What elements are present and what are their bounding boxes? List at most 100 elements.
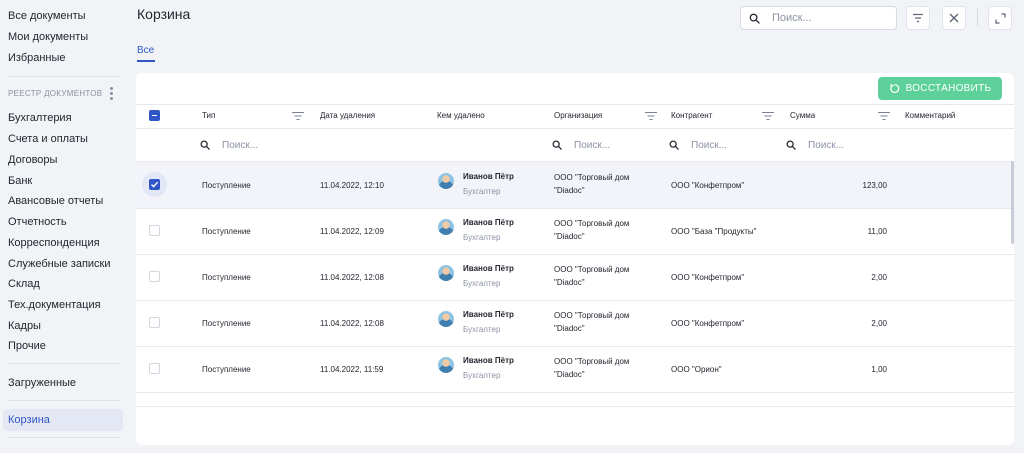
search-icon bbox=[552, 140, 562, 150]
search-icon bbox=[749, 13, 760, 24]
cell-organization: ООО "Торговый дом "Diadoc" bbox=[554, 309, 654, 335]
sidebar-item-other[interactable]: Прочие bbox=[8, 340, 46, 352]
sidebar: Все документы Мои документы Избранные РЕ… bbox=[0, 0, 128, 453]
sidebar-item-memos[interactable]: Служебные записки bbox=[8, 258, 111, 270]
cell-amount: 123,00 bbox=[862, 181, 887, 190]
filter-icon[interactable] bbox=[292, 111, 304, 121]
expand-button[interactable] bbox=[988, 6, 1012, 30]
sidebar-item-all-documents[interactable]: Все документы bbox=[8, 10, 86, 22]
sidebar-item-uploaded[interactable]: Загруженные bbox=[8, 377, 76, 389]
sidebar-divider bbox=[8, 76, 120, 77]
user-name: Иванов Пётр bbox=[463, 218, 514, 227]
table-row[interactable]: Поступление 11.04.2022, 11:59 Иванов Пёт… bbox=[136, 346, 1014, 392]
cell-organization-line: ООО "Торговый дом bbox=[554, 265, 630, 274]
sidebar-item-my-documents[interactable]: Мои документы bbox=[8, 31, 88, 43]
search-input[interactable] bbox=[772, 12, 882, 24]
avatar bbox=[438, 219, 454, 235]
table-divider bbox=[136, 406, 1014, 407]
select-all-checkbox[interactable] bbox=[149, 110, 160, 121]
column-search-counterparty[interactable] bbox=[669, 137, 771, 153]
cell-deleted-at: 11.04.2022, 12:08 bbox=[320, 319, 384, 328]
sidebar-item-tech-docs[interactable]: Тех.документация bbox=[8, 299, 101, 311]
sidebar-item-reporting[interactable]: Отчетность bbox=[8, 216, 67, 228]
restore-icon bbox=[889, 83, 899, 94]
column-header-type[interactable]: Тип bbox=[202, 111, 215, 120]
close-button[interactable] bbox=[942, 6, 966, 30]
sidebar-item-contracts[interactable]: Договоры bbox=[8, 154, 57, 166]
table-row[interactable]: Поступление 11.04.2022, 12:08 Иванов Пёт… bbox=[136, 300, 1014, 346]
filter-icon[interactable] bbox=[645, 111, 657, 121]
cell-amount: 2,00 bbox=[871, 319, 887, 328]
row-checkbox[interactable] bbox=[149, 317, 160, 328]
avatar bbox=[438, 265, 454, 281]
column-header-deleted-at[interactable]: Дата удаления bbox=[320, 111, 375, 120]
column-search-amount[interactable] bbox=[786, 137, 888, 153]
table-scrollbar[interactable] bbox=[1011, 161, 1014, 244]
sidebar-divider bbox=[8, 400, 120, 401]
column-search-organization[interactable] bbox=[552, 137, 654, 153]
table-divider bbox=[136, 128, 1014, 129]
table-row[interactable]: Поступление 11.04.2022, 12:09 Иванов Пёт… bbox=[136, 208, 1014, 254]
sidebar-item-bank[interactable]: Банк bbox=[8, 175, 32, 187]
cell-type: Поступление bbox=[202, 365, 251, 374]
cell-counterparty: ООО "Орион" bbox=[671, 365, 722, 374]
column-search-input[interactable] bbox=[808, 139, 888, 151]
sidebar-item-warehouse[interactable]: Склад bbox=[8, 278, 40, 290]
row-checkbox[interactable] bbox=[149, 225, 160, 236]
close-icon bbox=[949, 13, 959, 23]
cell-organization-line: "Diadoc" bbox=[554, 232, 585, 241]
row-checkbox[interactable] bbox=[149, 271, 160, 282]
column-header-amount[interactable]: Сумма bbox=[790, 111, 815, 120]
table-divider bbox=[136, 104, 1014, 105]
avatar bbox=[438, 311, 454, 327]
row-checkbox[interactable] bbox=[149, 179, 160, 190]
tab-all[interactable]: Все bbox=[137, 45, 154, 56]
trash-table-card: ВОССТАНОВИТЬ Тип Дата удаления Кем удале… bbox=[136, 73, 1014, 445]
sidebar-item-accounting[interactable]: Бухгалтерия bbox=[8, 112, 72, 124]
cell-type: Поступление bbox=[202, 319, 251, 328]
sidebar-section-title: РЕЕСТР ДОКУМЕНТОВ bbox=[8, 89, 103, 98]
column-header-deleted-by[interactable]: Кем удалено bbox=[437, 111, 485, 120]
cell-counterparty: ООО "Конфетпром" bbox=[671, 181, 745, 190]
cell-amount: 11,00 bbox=[867, 227, 887, 236]
cell-type: Поступление bbox=[202, 273, 251, 282]
cell-organization-line: "Diadoc" bbox=[554, 278, 585, 287]
sidebar-divider bbox=[8, 437, 120, 438]
cell-organization: ООО "Торговый дом "Diadoc" bbox=[554, 355, 654, 381]
column-search-input[interactable] bbox=[691, 139, 771, 151]
sidebar-item-favorites[interactable]: Избранные bbox=[8, 52, 66, 64]
filter-icon[interactable] bbox=[878, 111, 890, 121]
table-row[interactable]: Поступление 11.04.2022, 12:10 Иванов Пёт… bbox=[136, 162, 1014, 208]
column-search-input[interactable] bbox=[222, 139, 302, 151]
user-name: Иванов Пётр bbox=[463, 310, 514, 319]
user-role: Бухгалтер bbox=[463, 325, 501, 334]
table-row[interactable]: Поступление 11.04.2022, 12:08 Иванов Пёт… bbox=[136, 254, 1014, 300]
sidebar-divider bbox=[8, 363, 120, 364]
sidebar-item-correspondence[interactable]: Корреспонденция bbox=[8, 237, 100, 249]
sidebar-item-hr[interactable]: Кадры bbox=[8, 320, 41, 332]
column-search-type[interactable] bbox=[200, 137, 302, 153]
cell-organization: ООО "Торговый дом "Diadoc" bbox=[554, 217, 654, 243]
filter-button[interactable] bbox=[906, 6, 930, 30]
search-icon bbox=[200, 140, 210, 150]
column-header-organization[interactable]: Организация bbox=[554, 111, 602, 120]
sidebar-item-trash[interactable]: Корзина bbox=[8, 414, 50, 426]
restore-button[interactable]: ВОССТАНОВИТЬ bbox=[878, 77, 1002, 100]
column-search-input[interactable] bbox=[574, 139, 654, 151]
sidebar-item-invoices[interactable]: Счета и оплаты bbox=[8, 133, 88, 145]
cell-deleted-at: 11.04.2022, 12:10 bbox=[320, 181, 384, 190]
cell-organization-line: ООО "Торговый дом bbox=[554, 173, 630, 182]
column-header-comment[interactable]: Комментарий bbox=[905, 111, 955, 120]
user-name: Иванов Пётр bbox=[463, 172, 514, 181]
cell-organization-line: ООО "Торговый дом bbox=[554, 357, 630, 366]
kebab-icon[interactable] bbox=[110, 87, 114, 101]
cell-counterparty: ООО "Конфетпром" bbox=[671, 319, 745, 328]
cell-organization-line: ООО "Торговый дом bbox=[554, 219, 630, 228]
column-header-counterparty[interactable]: Контрагент bbox=[671, 111, 712, 120]
search-icon bbox=[669, 140, 679, 150]
sidebar-item-advance-reports[interactable]: Авансовые отчеты bbox=[8, 195, 103, 207]
filter-icon[interactable] bbox=[762, 111, 774, 121]
row-checkbox[interactable] bbox=[149, 363, 160, 374]
cell-organization: ООО "Торговый дом "Diadoc" bbox=[554, 263, 654, 289]
search-box[interactable] bbox=[740, 6, 897, 30]
